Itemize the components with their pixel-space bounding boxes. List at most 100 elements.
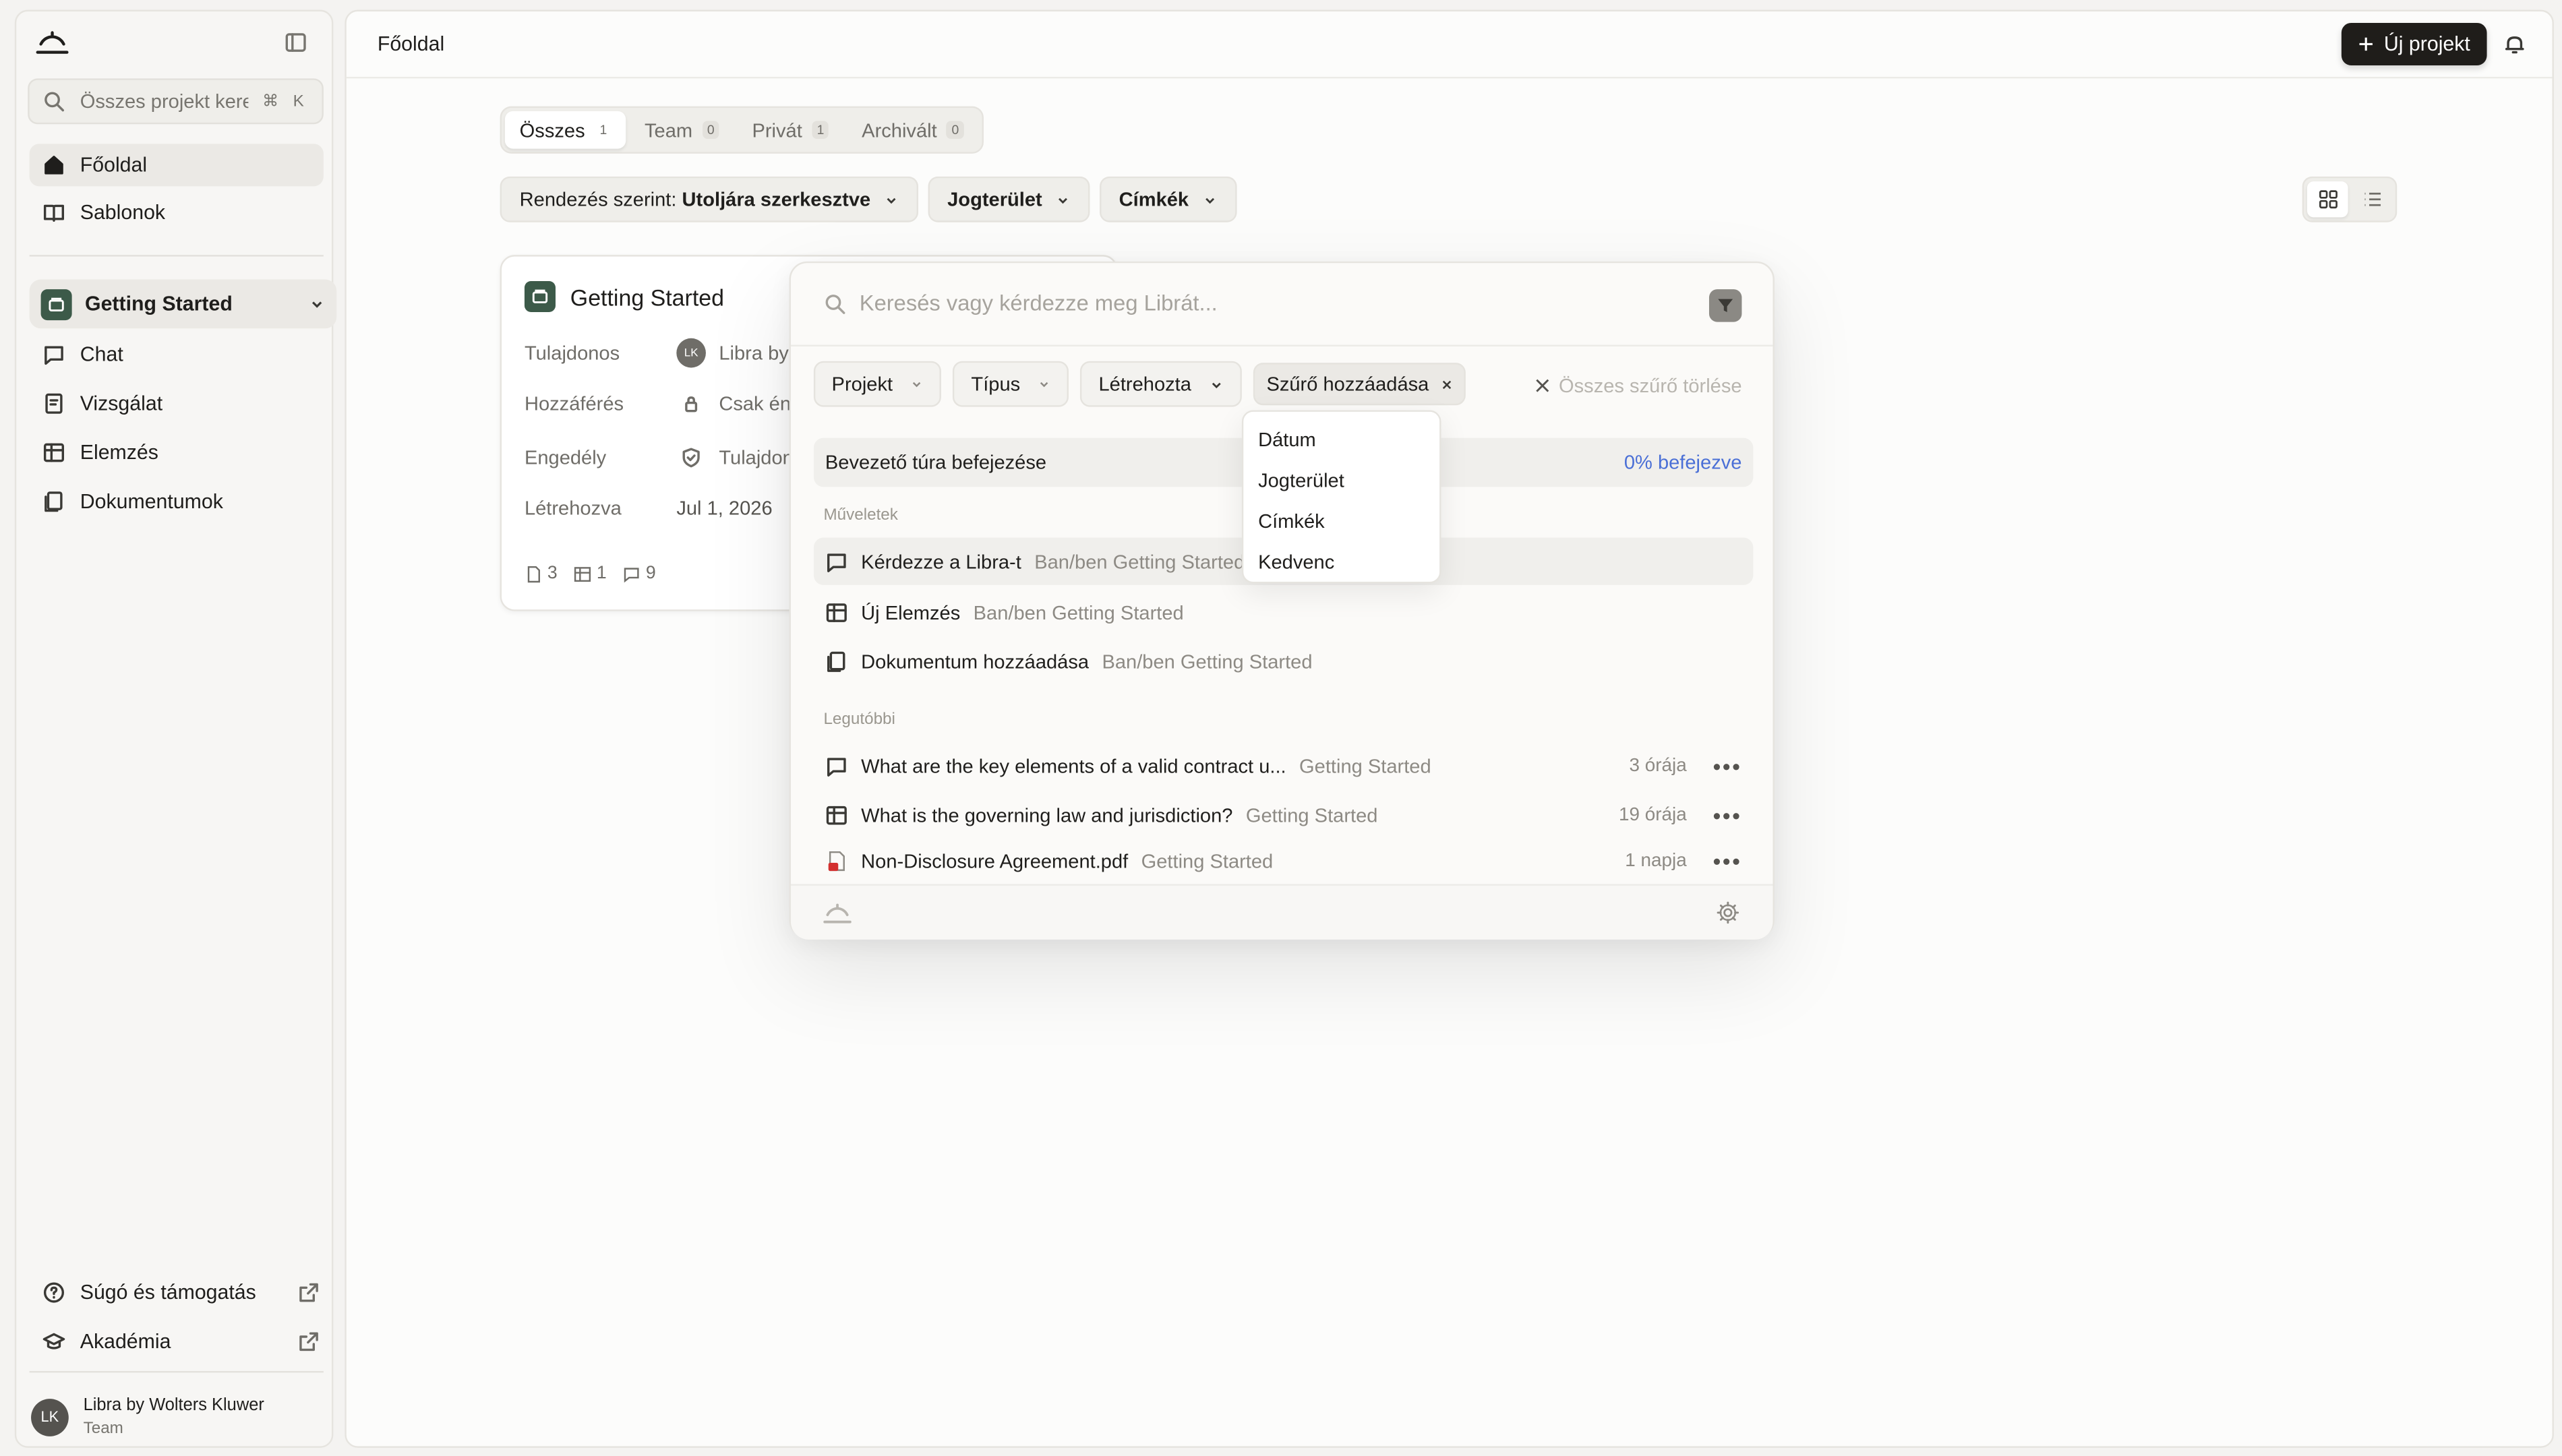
dropdown-item-favorite[interactable]: Kedvenc: [1243, 541, 1439, 582]
action-new-analysis[interactable]: Új Elemzés Ban/ben Getting Started: [814, 588, 1754, 636]
dropdown-item-jurisdiction[interactable]: Jogterület: [1243, 459, 1439, 500]
more-options-icon[interactable]: •••: [1713, 848, 1742, 874]
dropdown-item-tags[interactable]: Címkék: [1243, 500, 1439, 541]
table-icon: [43, 443, 65, 462]
jurisdiction-label: Jogterület: [947, 187, 1042, 211]
tab-team[interactable]: Team 0: [630, 111, 734, 149]
created-by-filter-chip[interactable]: Létrehozta: [1080, 361, 1243, 407]
row-context: Getting Started: [1245, 803, 1378, 826]
sidebar-item-label: Akadémia: [80, 1330, 171, 1354]
libra-logo-icon: [822, 902, 853, 925]
project-icon: [524, 280, 556, 313]
jurisdiction-filter[interactable]: Jogterület: [928, 176, 1090, 222]
tab-label: Team: [644, 118, 693, 142]
actions-section-label: Műveletek: [823, 506, 898, 525]
settings-gear-icon[interactable]: [1716, 901, 1740, 925]
row-context: Ban/ben Getting Started: [973, 600, 1184, 624]
tab-count: 0: [947, 121, 964, 140]
sidebar-item-templates[interactable]: Sablonok: [30, 191, 324, 234]
grid-view-icon[interactable]: [2306, 181, 2348, 218]
chip-label: Szűrő hozzáadása: [1266, 372, 1429, 396]
add-filter-chip[interactable]: Szűrő hozzáadása: [1253, 363, 1465, 406]
pdf-icon: [828, 851, 845, 872]
tab-archived[interactable]: Archivált 0: [847, 111, 978, 149]
sidebar-item-home[interactable]: Főoldal: [29, 144, 324, 187]
sidebar-item-label: Súgó és támogatás: [80, 1281, 256, 1304]
top-bar: Főoldal Új projekt: [346, 11, 2553, 79]
row-key: Engedély: [524, 446, 607, 469]
row-label: What is the governing law and jurisdicti…: [861, 803, 1233, 826]
sidebar-item-label: Elemzés: [80, 441, 158, 464]
search-shortcut: ⌘ K: [262, 92, 309, 111]
libra-logo-icon[interactable]: [34, 30, 70, 56]
row-context: Getting Started: [1141, 849, 1274, 873]
close-icon: [1441, 380, 1450, 388]
tab-label: Összes: [519, 118, 585, 142]
palette-search-input[interactable]: Keresés vagy kérdezze meg Librát...: [823, 291, 1218, 315]
dropdown-item-date[interactable]: Dátum: [1243, 419, 1439, 460]
sidebar-item-help[interactable]: Súgó és támogatás: [30, 1271, 334, 1314]
sort-prefix: Rendezés szerint:: [519, 187, 677, 211]
search-icon: [825, 293, 845, 313]
project-icon: [40, 288, 72, 320]
sidebar-item-academy[interactable]: Akadémia: [30, 1321, 334, 1363]
user-profile[interactable]: LK Libra by Wolters Kluwer Team: [31, 1395, 264, 1438]
sidebar-item-label: Dokumentumok: [80, 490, 223, 514]
more-options-icon[interactable]: •••: [1713, 752, 1742, 779]
list-view-icon[interactable]: [2351, 181, 2392, 217]
clear-all-label: Összes szűrő törlése: [1559, 374, 1742, 398]
new-project-button[interactable]: Új projekt: [2341, 22, 2487, 65]
sidebar-item-analysis[interactable]: Elemzés: [30, 431, 324, 474]
project-search-input[interactable]: Összes projekt kere... ⌘ K: [28, 78, 324, 125]
filter-icon[interactable]: [1708, 289, 1742, 322]
card-permission-row: Engedély Tulajdon: [525, 446, 794, 469]
recent-item[interactable]: What are the key elements of a valid con…: [814, 742, 1754, 789]
user-team: Team: [83, 1420, 123, 1438]
card-access-row: Hozzáférés Csak én: [525, 392, 791, 415]
shield-icon: [682, 448, 700, 468]
sidebar-item-review[interactable]: Vizsgálat: [30, 382, 324, 425]
row-time: 3 órája: [1629, 756, 1687, 776]
chat-icon: [44, 346, 63, 365]
row-label: Dokumentum hozzáadása: [861, 649, 1090, 673]
collapse-sidebar-icon[interactable]: [285, 31, 307, 54]
tab-label: Archivált: [862, 118, 937, 142]
sidebar: Összes projekt kere... ⌘ K Főoldal Sablo…: [14, 9, 337, 1448]
help-icon: [43, 1282, 65, 1303]
row-key: Létrehozva: [524, 496, 622, 520]
tab-all[interactable]: Összes 1: [504, 111, 627, 149]
chat-icon: [827, 757, 846, 776]
chevron-down-icon: [311, 301, 322, 308]
sort-dropdown[interactable]: Rendezés szerint: Utoljára szerkesztve: [500, 176, 918, 222]
divider: [29, 255, 324, 257]
recent-item[interactable]: Non-Disclosure Agreement.pdf Getting Sta…: [814, 841, 1754, 880]
card-owner-row: Tulajdonos LK Libra by: [525, 338, 789, 368]
more-options-icon[interactable]: •••: [1713, 801, 1742, 828]
search-icon: [44, 92, 65, 112]
recent-item[interactable]: What is the governing law and jurisdicti…: [814, 791, 1754, 838]
external-link-icon: [299, 1332, 318, 1352]
tab-private[interactable]: Privát 1: [738, 111, 844, 149]
sidebar-item-chat[interactable]: Chat: [30, 334, 324, 376]
palette-filter-chips: Projekt Típus Létrehozta Szűrő hozzáadás…: [813, 361, 1465, 407]
tags-filter[interactable]: Címkék: [1099, 176, 1237, 222]
chat-icon: [827, 553, 846, 572]
row-time: 19 órája: [1619, 804, 1687, 825]
row-value: Tulajdon: [719, 446, 794, 469]
recent-section-label: Legutóbbi: [823, 710, 895, 729]
clear-all-filters-button[interactable]: Összes szűrő törlése: [1535, 374, 1742, 397]
sidebar-item-documents[interactable]: Dokumentumok: [30, 481, 324, 523]
project-filter-chip[interactable]: Projekt: [813, 361, 942, 407]
bell-icon[interactable]: [2503, 32, 2526, 55]
table-count: 1: [596, 564, 607, 584]
tab-label: Privát: [752, 118, 802, 142]
row-key: Hozzáférés: [524, 392, 624, 415]
action-add-document[interactable]: Dokumentum hozzáadása Ban/ben Getting St…: [814, 637, 1754, 684]
type-filter-chip[interactable]: Típus: [953, 361, 1069, 407]
sidebar-item-label: Sablonok: [80, 201, 166, 224]
documents-icon: [44, 491, 63, 512]
project-selector[interactable]: Getting Started: [29, 279, 337, 329]
add-filter-dropdown: Dátum Jogterület Címkék Kedvenc: [1241, 410, 1441, 584]
table-icon: [574, 566, 591, 581]
chevron-down-icon: [1040, 382, 1049, 388]
